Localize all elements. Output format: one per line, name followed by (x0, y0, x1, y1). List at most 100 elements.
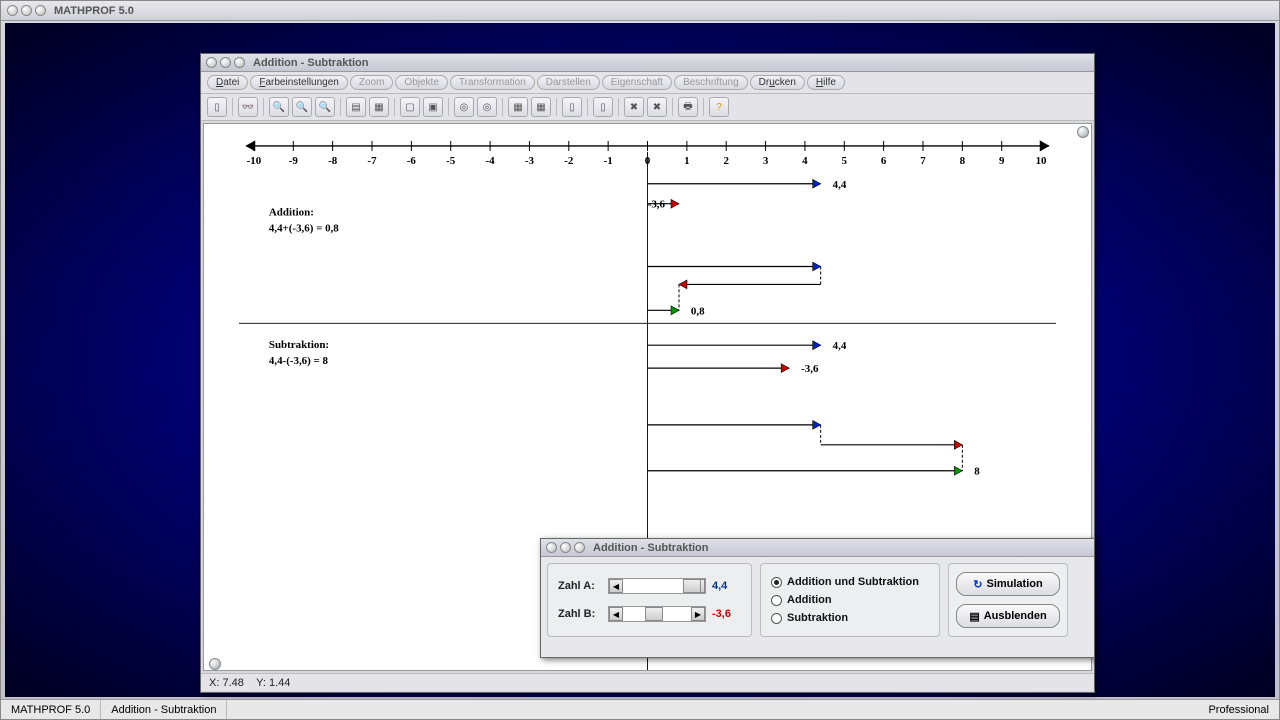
zoom-in-icon[interactable]: 🔍 (269, 97, 289, 117)
scroll-thumb-h[interactable] (209, 658, 221, 670)
menu-eigenschaft[interactable]: Eigenschaft (602, 75, 672, 90)
svg-text:-10: -10 (247, 155, 262, 167)
table-icon[interactable]: ▦ (508, 97, 528, 117)
minimize-icon[interactable] (546, 542, 557, 553)
status-edition: Professional (1198, 700, 1279, 719)
chevron-left-icon[interactable]: ◀ (609, 579, 623, 593)
app-titlebar[interactable]: MATHPROF 5.0 (1, 1, 1279, 21)
svg-text:-2: -2 (564, 155, 573, 167)
values-group: Zahl A: ◀ ▶ 4,4 Zahl B: ◀ ▶ (547, 563, 752, 637)
menu-beschriftung[interactable]: Beschriftung (674, 75, 748, 90)
toolbar: ▯ 👓 🔍 🔍 🔍 ▤ ▦ ▢ ▣ ◎ ◎ ▦ ▦ ▯ (201, 94, 1094, 121)
ausblenden-button[interactable]: ▤Ausblenden (956, 604, 1060, 628)
zoom-reset-icon[interactable]: 🔍 (315, 97, 335, 117)
coord-y-value: 1.44 (269, 677, 290, 689)
page-icon[interactable]: ▤ (346, 97, 366, 117)
svg-text:4: 4 (802, 155, 808, 167)
help-icon[interactable]: ? (709, 97, 729, 117)
svg-text:4,4: 4,4 (833, 179, 847, 191)
tile-icon[interactable]: ▦ (369, 97, 389, 117)
simulation-button[interactable]: ↻Simulation (956, 572, 1060, 596)
mode-group: Addition und Subtraktion Addition Subtra… (760, 563, 940, 637)
zahl-b-label: Zahl B: (558, 608, 602, 620)
maximize-icon[interactable] (560, 542, 571, 553)
delete-icon[interactable]: ✖ (624, 97, 644, 117)
tool-icon[interactable]: ▯ (207, 97, 227, 117)
menu-farbeinstellungen[interactable]: Farbeinstellungen (250, 75, 348, 90)
minimize-icon[interactable] (7, 5, 18, 16)
svg-text:-5: -5 (446, 155, 456, 167)
close-icon[interactable] (35, 5, 46, 16)
target2-icon[interactable]: ◎ (477, 97, 497, 117)
menu-hilfe[interactable]: Hilfe (807, 75, 845, 90)
minimize-icon[interactable] (206, 57, 217, 68)
svg-text:Addition:: Addition: (269, 207, 314, 219)
svg-text:-1: -1 (604, 155, 613, 167)
menu-transformation[interactable]: Transformation (450, 75, 535, 90)
svg-text:4,4+(-3,6) = 0,8: 4,4+(-3,6) = 0,8 (269, 223, 339, 235)
zahl-a-label: Zahl A: (558, 580, 602, 592)
print-icon[interactable]: 🖶 (678, 97, 698, 117)
document-title: Addition - Subtraktion (253, 57, 368, 69)
menu-darstellen[interactable]: Darstellen (537, 75, 600, 90)
target-icon[interactable]: ◎ (454, 97, 474, 117)
document-titlebar[interactable]: Addition - Subtraktion (201, 54, 1094, 72)
svg-text:-7: -7 (367, 155, 377, 167)
menubar: Datei Farbeinstellungen Zoom Objekte Tra… (201, 72, 1094, 94)
maximize-icon[interactable] (220, 57, 231, 68)
svg-text:1: 1 (684, 155, 689, 167)
coord-x-label: X: (209, 677, 219, 689)
grid2-icon[interactable]: ▣ (423, 97, 443, 117)
menu-drucken[interactable]: Drucken (750, 75, 805, 90)
radio-subtraktion[interactable]: Subtraktion (771, 612, 929, 624)
radio-addition[interactable]: Addition (771, 594, 929, 606)
svg-text:8: 8 (960, 155, 966, 167)
svg-text:-4: -4 (486, 155, 496, 167)
copy-icon[interactable]: ▯ (593, 97, 613, 117)
table2-icon[interactable]: ▦ (531, 97, 551, 117)
menu-zoom[interactable]: Zoom (350, 75, 394, 90)
zahl-b-value: -3,6 (712, 608, 731, 620)
maximize-icon[interactable] (21, 5, 32, 16)
hide-icon: ▤ (969, 610, 979, 623)
chart-icon[interactable]: ▯ (562, 97, 582, 117)
zahl-b-slider[interactable]: ◀ ▶ (608, 606, 706, 622)
refresh-icon: ↻ (973, 578, 982, 591)
status-app-name: MATHPROF 5.0 (1, 700, 101, 719)
svg-text:Subtraktion:: Subtraktion: (269, 339, 329, 351)
chevron-right-icon[interactable]: ▶ (691, 607, 705, 621)
svg-text:6: 6 (881, 155, 887, 167)
chevron-left-icon[interactable]: ◀ (609, 607, 623, 621)
coord-y-label: Y: (256, 677, 266, 689)
app-title: MATHPROF 5.0 (54, 5, 134, 17)
status-doc-name: Addition - Subtraktion (101, 700, 227, 719)
svg-text:-3,6: -3,6 (801, 363, 819, 375)
control-panel: Addition - Subtraktion Zahl A: ◀ ▶ 4,4 (540, 538, 1095, 658)
svg-text:4,4: 4,4 (833, 340, 847, 352)
zoom-out-icon[interactable]: 🔍 (292, 97, 312, 117)
scroll-thumb-v[interactable] (1077, 126, 1089, 138)
menu-objekte[interactable]: Objekte (395, 75, 447, 90)
svg-text:-9: -9 (289, 155, 299, 167)
close-icon[interactable] (574, 542, 585, 553)
binoculars-icon[interactable]: 👓 (238, 97, 258, 117)
menu-datei[interactable]: Datei (207, 75, 248, 90)
document-statusbar: X: 7.48 Y: 1.44 (201, 673, 1094, 691)
radio-both[interactable]: Addition und Subtraktion (771, 576, 929, 588)
close-icon[interactable] (234, 57, 245, 68)
svg-text:4,4-(-3,6) = 8: 4,4-(-3,6) = 8 (269, 355, 329, 367)
svg-text:-3: -3 (525, 155, 535, 167)
svg-text:-3,6: -3,6 (648, 199, 666, 211)
app-window: MATHPROF 5.0 Addition - Subtraktion Date… (0, 0, 1280, 720)
delete2-icon[interactable]: ✖ (647, 97, 667, 117)
svg-text:-6: -6 (407, 155, 417, 167)
zahl-a-value: 4,4 (712, 580, 727, 592)
grid-icon[interactable]: ▢ (400, 97, 420, 117)
zahl-a-slider[interactable]: ◀ ▶ (608, 578, 706, 594)
svg-text:9: 9 (999, 155, 1005, 167)
control-titlebar[interactable]: Addition - Subtraktion (541, 539, 1094, 557)
svg-text:8: 8 (974, 466, 980, 478)
svg-text:7: 7 (920, 155, 926, 167)
svg-text:10: 10 (1036, 155, 1047, 167)
mdi-desktop: Addition - Subtraktion Datei Farbeinstel… (5, 23, 1275, 697)
